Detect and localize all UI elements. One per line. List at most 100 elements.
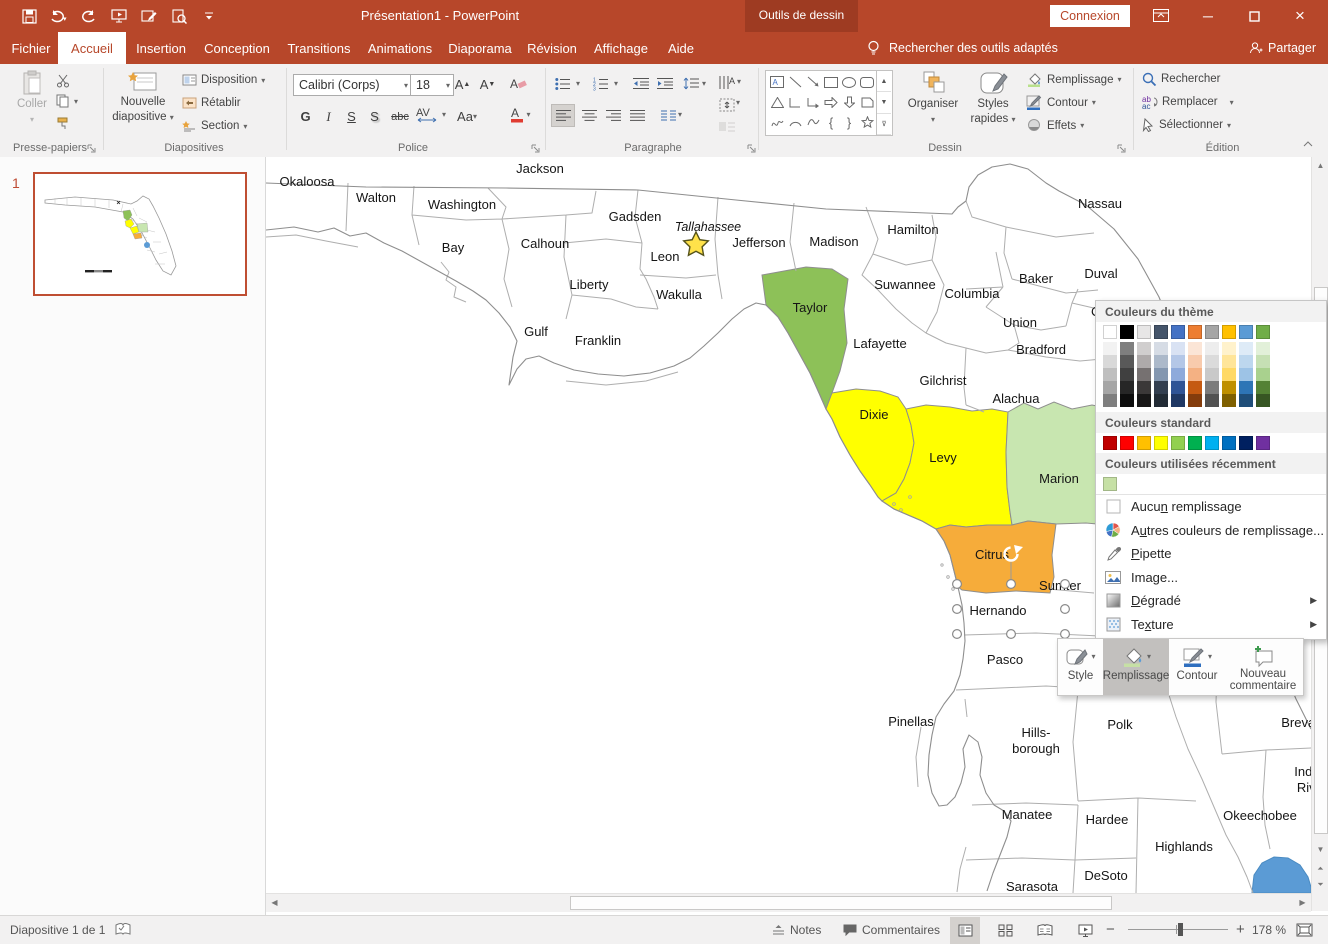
tab-fichier[interactable]: Fichier <box>6 32 56 64</box>
menu-item-texture[interactable]: Texture▶ <box>1096 613 1326 637</box>
tell-me-search[interactable]: Rechercher des outils adaptés <box>866 32 1058 64</box>
variant-color-1-10[interactable] <box>1256 342 1270 355</box>
lake-okeechobee-shape[interactable] <box>1252 857 1311 893</box>
variant-color-5-5[interactable] <box>1171 394 1185 407</box>
shape-outline-button[interactable]: Contour▾ <box>1026 95 1096 110</box>
variant-color-1-1[interactable] <box>1103 342 1117 355</box>
variant-color-3-5[interactable] <box>1171 368 1185 381</box>
next-slide-icon[interactable]: ⏷ <box>1312 877 1328 893</box>
menu-item-image[interactable]: Image... <box>1096 566 1326 590</box>
theme-color-7[interactable] <box>1205 325 1219 339</box>
menu-item-aucun-remplissage[interactable]: Aucun remplissage <box>1096 495 1326 519</box>
variant-color-3-8[interactable] <box>1222 368 1236 381</box>
standard-color-2[interactable] <box>1120 436 1134 450</box>
variant-color-2-10[interactable] <box>1256 355 1270 368</box>
clear-formatting-button[interactable]: A <box>508 73 529 94</box>
variant-color-1-9[interactable] <box>1239 342 1253 355</box>
variant-color-1-5[interactable] <box>1171 342 1185 355</box>
zoom-in-button[interactable]: + <box>1236 916 1245 943</box>
decrease-indent-button[interactable] <box>630 73 652 94</box>
qat-start-slideshow-icon[interactable] <box>106 4 132 28</box>
bullets-caret-icon[interactable]: ▾ <box>576 79 580 88</box>
standard-color-6[interactable] <box>1188 436 1202 450</box>
underline-button[interactable]: S <box>341 106 362 127</box>
variant-color-4-7[interactable] <box>1205 381 1219 394</box>
menu-item-pipette[interactable]: Pipette <box>1096 542 1326 566</box>
shape-effects-button[interactable]: Effets▾ <box>1026 118 1084 133</box>
standard-color-9[interactable] <box>1239 436 1253 450</box>
clipboard-dialog-launcher[interactable] <box>84 141 98 155</box>
variant-color-2-3[interactable] <box>1137 355 1151 368</box>
mini-style-button[interactable]: ▾ Style <box>1058 639 1103 695</box>
theme-color-5[interactable] <box>1171 325 1185 339</box>
tab-affichage[interactable]: Affichage <box>586 32 656 64</box>
drawing-dialog-launcher[interactable] <box>1114 141 1128 155</box>
variant-color-1-4[interactable] <box>1154 342 1168 355</box>
minimize-button[interactable]: ─ <box>1186 0 1230 32</box>
arrange-button[interactable]: Organiser ▾ <box>903 70 963 126</box>
fit-to-window-button[interactable] <box>1296 916 1313 943</box>
grow-font-button[interactable]: A▲ <box>452 74 473 95</box>
tab-conception[interactable]: Conception <box>196 32 278 64</box>
previous-slide-icon[interactable]: ⏶ <box>1312 861 1328 877</box>
bold-button[interactable]: G <box>295 106 316 127</box>
select-button[interactable]: Sélectionner▾ <box>1142 118 1231 132</box>
standard-color-8[interactable] <box>1222 436 1236 450</box>
font-size-combo[interactable]: 18▾ <box>410 74 454 96</box>
variant-color-2-9[interactable] <box>1239 355 1253 368</box>
font-dialog-launcher[interactable] <box>528 141 542 155</box>
menu-item-autres-couleurs-de-remplissage[interactable]: Autres couleurs de remplissage... <box>1096 519 1326 543</box>
copy-button[interactable]: ▾ <box>56 94 78 108</box>
tab-revision[interactable]: Révision <box>520 32 584 64</box>
align-left-button[interactable] <box>552 105 574 126</box>
paragraph-dialog-launcher[interactable] <box>744 141 758 155</box>
variant-color-5-1[interactable] <box>1103 394 1117 407</box>
new-slide-button[interactable]: Nouvelle diapositive ▾ <box>112 70 174 124</box>
theme-color-1[interactable] <box>1103 325 1117 339</box>
variant-color-4-2[interactable] <box>1120 381 1134 394</box>
text-shadow-button[interactable]: S <box>364 106 385 127</box>
section-button[interactable]: Section▾ <box>182 120 247 132</box>
slideshow-view-button[interactable] <box>1070 917 1100 944</box>
standard-color-5[interactable] <box>1171 436 1185 450</box>
slide-thumbnail[interactable] <box>33 172 247 296</box>
tab-transitions[interactable]: Transitions <box>280 32 358 64</box>
horizontal-scroll-thumb[interactable] <box>570 896 1112 910</box>
tab-insertion[interactable]: Insertion <box>128 32 194 64</box>
line-spacing-caret-icon[interactable]: ▾ <box>702 79 706 88</box>
find-button[interactable]: Rechercher <box>1142 72 1220 86</box>
mini-outline-button[interactable]: ▾ Contour <box>1169 639 1225 695</box>
share-button[interactable]: Partager <box>1249 32 1316 64</box>
variant-color-2-4[interactable] <box>1154 355 1168 368</box>
align-text-button[interactable] <box>716 94 738 115</box>
menu-item-de-grade[interactable]: Dégradé▶ <box>1096 589 1326 613</box>
theme-color-2[interactable] <box>1120 325 1134 339</box>
variant-color-5-10[interactable] <box>1256 394 1270 407</box>
numbering-button[interactable]: 123 <box>590 73 612 94</box>
text-direction-caret-icon[interactable]: ▾ <box>737 77 741 86</box>
variant-color-1-3[interactable] <box>1137 342 1151 355</box>
tab-aide[interactable]: Aide <box>658 32 704 64</box>
variant-color-4-10[interactable] <box>1256 381 1270 394</box>
character-spacing-button[interactable]: AV ▾ <box>416 104 446 125</box>
shapes-gallery-scroll[interactable]: ▲▼⊽ <box>876 71 891 135</box>
strikethrough-button[interactable]: abc <box>387 106 413 127</box>
variant-color-3-3[interactable] <box>1137 368 1151 381</box>
qat-redo-icon[interactable] <box>76 4 102 28</box>
mini-fill-button[interactable]: ▾ Remplissage <box>1103 639 1169 695</box>
tab-accueil[interactable]: Accueil <box>58 32 126 64</box>
reading-view-button[interactable] <box>1030 917 1060 944</box>
qat-undo-icon[interactable]: ▾ <box>46 4 72 28</box>
zoom-percentage[interactable]: 178 % <box>1252 916 1286 943</box>
variant-color-5-4[interactable] <box>1154 394 1168 407</box>
scroll-left-icon[interactable]: ◀ <box>266 894 283 911</box>
variant-color-3-4[interactable] <box>1154 368 1168 381</box>
shapes-gallery[interactable]: A { } ▲▼⊽ <box>765 70 893 136</box>
variant-color-4-9[interactable] <box>1239 381 1253 394</box>
variant-color-2-7[interactable] <box>1205 355 1219 368</box>
shrink-font-button[interactable]: A▼ <box>477 74 498 95</box>
shape-fill-button[interactable]: Remplissage▾ <box>1026 72 1122 87</box>
variant-color-3-10[interactable] <box>1256 368 1270 381</box>
align-right-button[interactable] <box>602 105 624 126</box>
variant-color-5-8[interactable] <box>1222 394 1236 407</box>
